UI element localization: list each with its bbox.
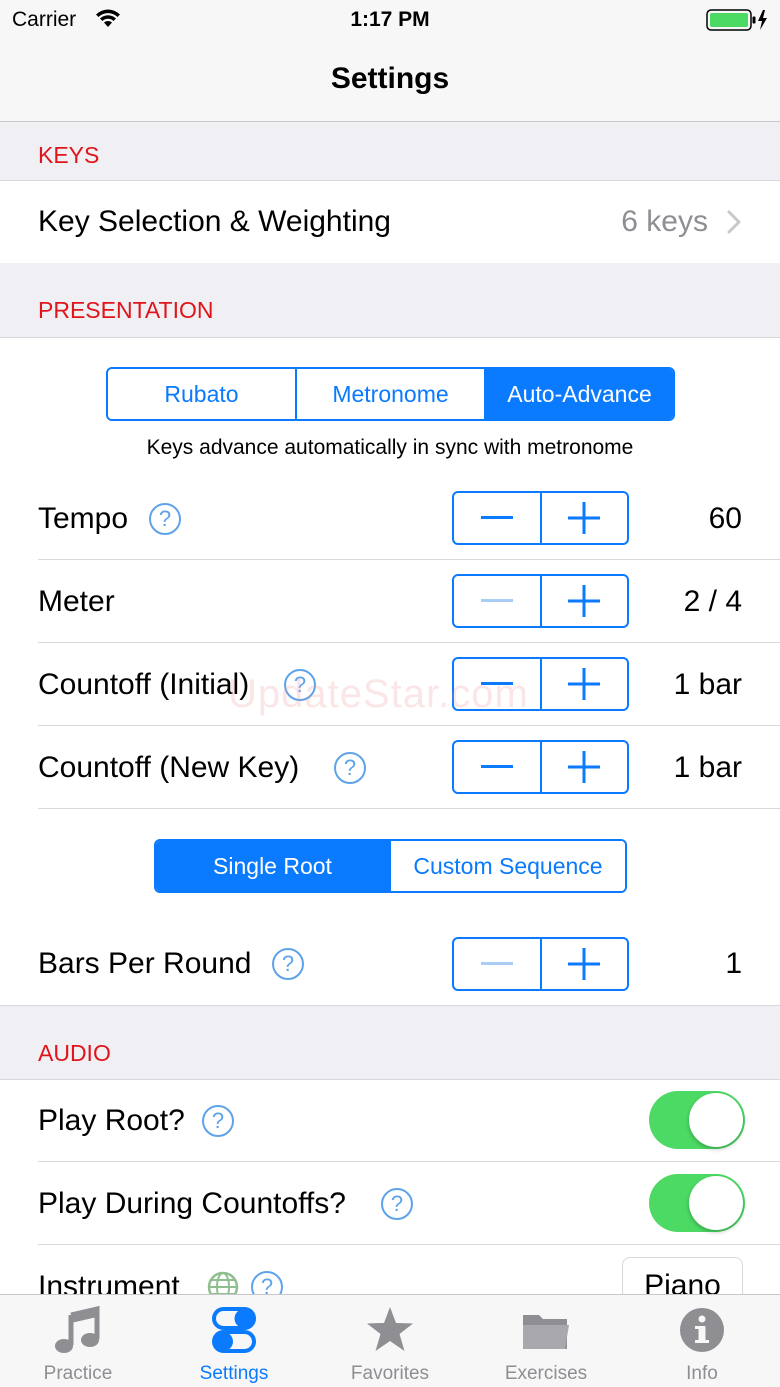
countoff-initial-label: Countoff (Initial) [38, 668, 250, 701]
presentation-mode-control: Rubato Metronome Auto-Advance [106, 367, 675, 421]
toggles-icon [209, 1305, 259, 1355]
section-header-presentation: PRESENTATION [0, 263, 780, 338]
section-header-presentation-label: PRESENTATION [38, 297, 214, 323]
toggle-knob [689, 1176, 743, 1230]
separator [38, 725, 780, 726]
segment-single-root[interactable]: Single Root [156, 841, 391, 891]
help-icon[interactable]: ? [149, 503, 181, 535]
tempo-decrement-button[interactable] [454, 493, 542, 543]
tab-info[interactable]: Info [624, 1295, 780, 1387]
countoff-initial-value: 1 bar [673, 668, 742, 701]
tab-favorites-label: Favorites [350, 1363, 430, 1384]
section-header-audio-label: AUDIO [38, 1040, 111, 1066]
bars-per-round-increment-button[interactable] [542, 939, 628, 989]
segment-auto-advance[interactable]: Auto-Advance [486, 369, 673, 419]
meter-label: Meter [38, 585, 115, 618]
plus-icon [568, 948, 601, 980]
segment-custom-sequence[interactable]: Custom Sequence [391, 841, 625, 891]
meter-value: 2 / 4 [683, 585, 742, 618]
countoff-new-key-stepper [452, 740, 629, 794]
status-bar: Carrier 1:17 PM [0, 0, 780, 40]
battery-icon [706, 8, 770, 37]
help-icon[interactable]: ? [202, 1105, 234, 1137]
tab-practice[interactable]: Practice [0, 1295, 156, 1387]
play-root-label: Play Root? [38, 1104, 185, 1137]
root-mode-control: Single Root Custom Sequence [154, 839, 627, 893]
countoff-new-key-label: Countoff (New Key) [38, 751, 300, 784]
bars-per-round-decrement-button[interactable] [454, 939, 542, 989]
play-during-countoffs-toggle[interactable] [649, 1174, 745, 1232]
play-root-toggle[interactable] [649, 1091, 745, 1149]
help-icon[interactable]: ? [334, 752, 366, 784]
minus-icon [480, 962, 513, 965]
plus-icon [568, 751, 601, 783]
music-note-icon [53, 1305, 103, 1355]
help-icon[interactable]: ? [272, 948, 304, 980]
tempo-increment-button[interactable] [542, 493, 628, 543]
bars-per-round-stepper [452, 937, 629, 991]
separator [38, 1244, 780, 1245]
tab-favorites[interactable]: Favorites [312, 1295, 468, 1387]
chevron-right-icon [726, 209, 742, 240]
tab-bar: Practice Settings Favorites Exercises In… [0, 1294, 780, 1387]
help-icon[interactable]: ? [381, 1188, 413, 1220]
section-header-keys: KEYS [0, 122, 780, 181]
key-selection-row[interactable]: Key Selection & Weighting 6 keys [0, 181, 780, 263]
minus-icon [480, 765, 513, 768]
separator [38, 808, 780, 809]
key-count-value: 6 keys [621, 205, 708, 238]
separator [38, 1161, 780, 1162]
countoff-new-key-value: 1 bar [673, 751, 742, 784]
section-header-keys-label: KEYS [38, 142, 100, 168]
plus-icon [568, 668, 601, 700]
segment-rubato[interactable]: Rubato [108, 369, 297, 419]
tab-settings-label: Settings [199, 1363, 269, 1384]
meter-increment-button[interactable] [542, 576, 628, 626]
page-title: Settings [330, 62, 450, 95]
minus-icon [480, 599, 513, 602]
segment-metronome[interactable]: Metronome [297, 369, 486, 419]
tempo-value: 60 [708, 502, 742, 535]
tab-exercises-label: Exercises [504, 1363, 588, 1384]
tab-practice-label: Practice [43, 1363, 113, 1384]
tab-exercises[interactable]: Exercises [468, 1295, 624, 1387]
countoff-new-key-decrement-button[interactable] [454, 742, 542, 792]
meter-decrement-button[interactable] [454, 576, 542, 626]
tab-info-label: Info [686, 1363, 718, 1384]
key-selection-label: Key Selection & Weighting [38, 205, 391, 238]
tab-settings[interactable]: Settings [156, 1295, 312, 1387]
star-icon [365, 1305, 415, 1355]
plus-icon [568, 585, 601, 617]
toggle-knob [689, 1093, 743, 1147]
mode-description: Keys advance automatically in sync with … [146, 436, 634, 459]
minus-icon [480, 516, 513, 519]
watermark: UpdateStar.com [228, 672, 529, 716]
tempo-label: Tempo [38, 502, 129, 535]
meter-stepper [452, 574, 629, 628]
bars-per-round-label: Bars Per Round [38, 947, 252, 980]
info-icon [677, 1305, 727, 1355]
separator [38, 559, 780, 560]
separator [38, 642, 780, 643]
section-header-audio: AUDIO [0, 1005, 780, 1080]
plus-icon [568, 502, 601, 534]
navigation-bar: Settings [0, 40, 780, 122]
countoff-new-key-increment-button[interactable] [542, 742, 628, 792]
folder-icon [521, 1305, 571, 1355]
clock-label: 1:17 PM [350, 8, 430, 31]
tempo-stepper [452, 491, 629, 545]
countoff-initial-increment-button[interactable] [542, 659, 628, 709]
play-during-countoffs-label: Play During Countoffs? [38, 1187, 346, 1220]
bars-per-round-value: 1 [725, 947, 742, 980]
